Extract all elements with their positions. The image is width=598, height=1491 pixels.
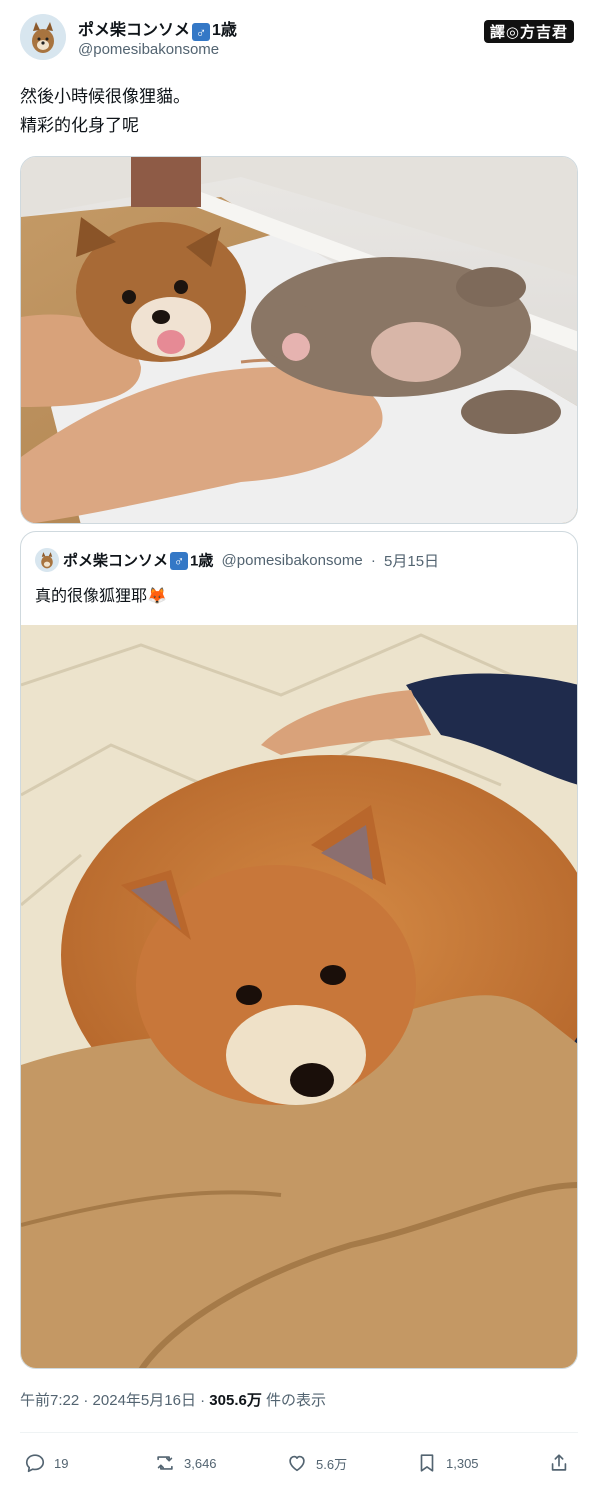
heart-icon	[289, 1455, 305, 1472]
reply-button[interactable]: 19	[24, 1448, 68, 1478]
translator-badge: 譯◎方吉君	[483, 20, 574, 43]
tweet-time[interactable]: 午前7:22	[20, 1392, 79, 1409]
divider	[20, 1432, 578, 1433]
quoted-photo-shiba[interactable]	[21, 625, 577, 1368]
tweet-timestamp: 午前7:22 · 2024年5月16日 · 305.6万 件の表示	[20, 1389, 326, 1410]
tweet-action-bar: 19 3,646 5.6万 1,305	[20, 1448, 578, 1478]
quoted-author-handle[interactable]: @pomesibakonsome	[222, 552, 363, 569]
like-count: 5.6万	[316, 1456, 348, 1472]
repost-button[interactable]: 3,646	[154, 1448, 217, 1478]
timestamp-separator: ·	[83, 1392, 89, 1409]
quoted-tweet-header: ポメ柴コンソメ ♂ 1歳 @pomesibakonsome · 5月15日	[35, 548, 439, 574]
bookmark-count: 1,305	[446, 1455, 479, 1471]
tweet-text: 然後小時候很像狸貓。 精彩的化身了呢	[20, 82, 190, 140]
repost-icon	[157, 1456, 173, 1470]
quoted-separator: ·	[370, 551, 376, 569]
repost-count: 3,646	[184, 1455, 217, 1471]
reply-icon	[25, 1454, 45, 1473]
tweet-photo-puppy[interactable]	[20, 156, 578, 524]
reply-count: 19	[54, 1455, 69, 1471]
male-icon: ♂	[192, 23, 211, 41]
author-age: 1歳	[212, 22, 237, 39]
timestamp-separator: ·	[200, 1392, 206, 1409]
share-icon	[551, 1454, 567, 1471]
quoted-tweet-text: 真的很像狐狸耶🦊	[35, 588, 167, 605]
quoted-tweet[interactable]: ポメ柴コンソメ ♂ 1歳 @pomesibakonsome · 5月15日 真的很像…	[20, 531, 578, 1369]
view-count: 305.6万	[209, 1392, 262, 1409]
author-avatar[interactable]	[20, 14, 66, 60]
quoted-author-age: 1歳	[190, 552, 214, 570]
share-button[interactable]	[548, 1448, 578, 1478]
tweet-date[interactable]: 2024年5月16日	[93, 1392, 196, 1409]
quoted-date[interactable]: 5月15日	[384, 553, 439, 570]
author-display-name[interactable]: ポメ柴コンソメ	[78, 22, 190, 39]
author-handle[interactable]: @pomesibakonsome	[78, 41, 219, 58]
male-icon: ♂	[170, 551, 189, 570]
bookmark-button[interactable]: 1,305	[416, 1448, 479, 1478]
author-name-line[interactable]: ポメ柴コンソメ ♂ 1歳	[78, 16, 237, 41]
bookmark-icon	[420, 1454, 434, 1472]
like-button[interactable]: 5.6万	[286, 1448, 347, 1478]
quoted-author-avatar[interactable]	[35, 548, 59, 572]
tweet-text-line-2: 精彩的化身了呢	[20, 116, 139, 135]
quoted-author-name[interactable]: ポメ柴コンソメ	[63, 553, 168, 570]
view-count-label: 件の表示	[266, 1392, 327, 1409]
tweet-text-line-1: 然後小時候很像狸貓。	[20, 87, 190, 106]
tweet-header: ポメ柴コンソメ ♂ 1歳 @pomesibakonsome 譯◎方吉君	[20, 14, 580, 66]
